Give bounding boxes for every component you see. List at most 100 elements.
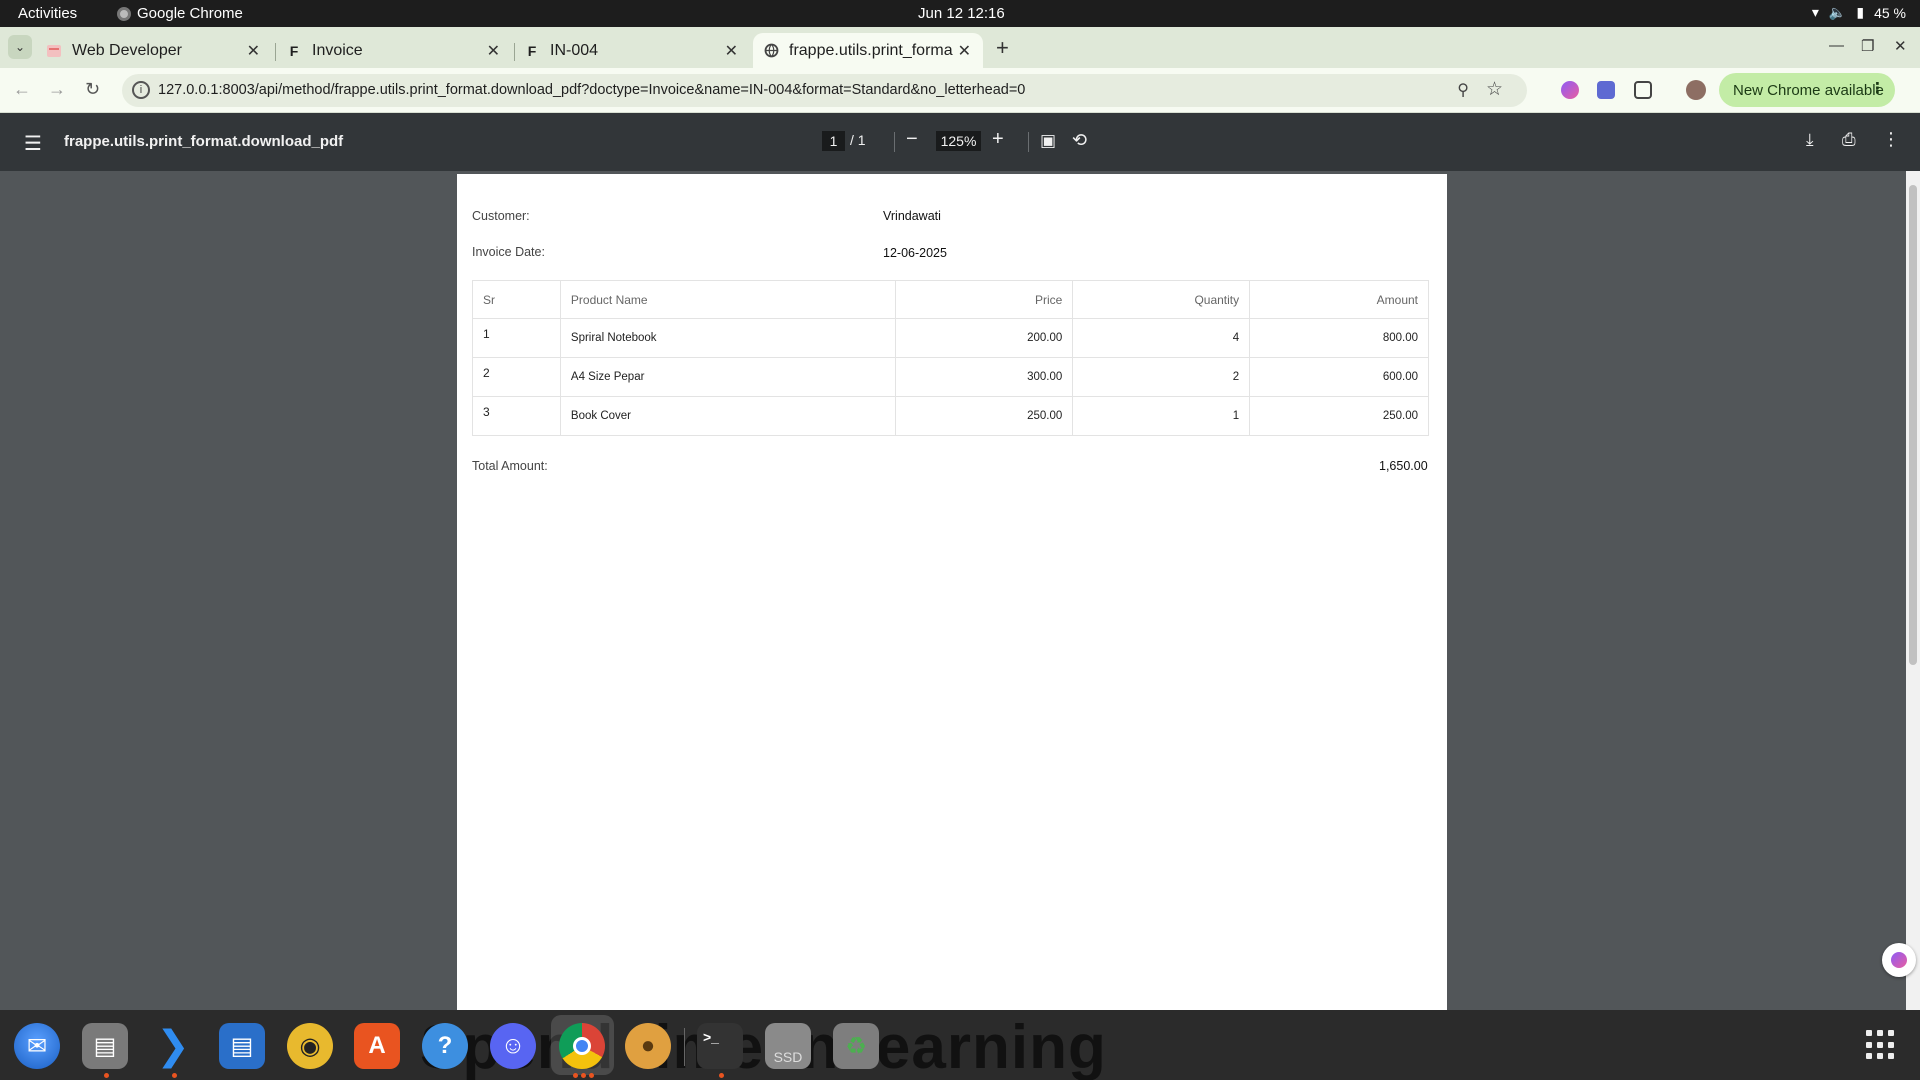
page-count: / 1 — [850, 132, 866, 148]
system-status-area[interactable]: ▾ 🔈 ▮ 45 % — [1812, 4, 1906, 21]
vscode-icon[interactable]: ❯ — [150, 1023, 196, 1069]
globe-icon — [763, 43, 779, 59]
rotate-icon[interactable]: ⟲ — [1072, 130, 1087, 151]
toolbar-divider — [894, 132, 895, 152]
app-menu[interactable]: Google Chrome — [117, 5, 243, 22]
discord-icon[interactable]: ☺ — [490, 1023, 536, 1069]
running-indicator — [719, 1073, 724, 1078]
chrome-icon[interactable] — [559, 1023, 605, 1069]
files-icon[interactable]: ▤ — [82, 1023, 128, 1069]
pdf-viewer: Customer: Vrindawati Invoice Date: 12-06… — [0, 171, 1920, 1010]
tab-web-developer[interactable]: Web Developer ✕ — [36, 33, 272, 68]
site-info-icon[interactable]: i — [132, 81, 150, 99]
download-icon[interactable]: ⤓ — [1806, 130, 1814, 150]
url-text[interactable]: 127.0.0.1:8003/api/method/frappe.utils.p… — [158, 82, 1025, 98]
extension-icon[interactable] — [1561, 81, 1579, 99]
bookmark-star-icon[interactable]: ☆ — [1486, 78, 1503, 101]
table-row: 1 Spriral Notebook 200.00 4 800.00 — [472, 318, 1429, 358]
new-chrome-available-button[interactable]: New Chrome available ⋮ — [1719, 73, 1895, 107]
app-name: Google Chrome — [137, 5, 243, 22]
extension-icon[interactable] — [1597, 81, 1615, 99]
page-number-input[interactable]: 1 — [822, 131, 845, 151]
extensions-puzzle-icon[interactable] — [1634, 81, 1652, 99]
window-close-button[interactable]: ✕ — [1894, 37, 1907, 55]
frappe-f-icon: F — [289, 42, 299, 59]
fit-page-icon[interactable]: ▣ — [1040, 131, 1056, 151]
tab-title: IN-004 — [550, 41, 599, 59]
close-icon[interactable]: ✕ — [958, 41, 971, 61]
rhythmbox-icon[interactable]: ◉ — [287, 1023, 333, 1069]
cell-sr: 1 — [472, 318, 561, 358]
menu-icon[interactable]: ☰ — [24, 131, 42, 156]
reload-button[interactable]: ↻ — [85, 79, 100, 100]
tab-search-button[interactable]: ⌄ — [8, 35, 32, 59]
pdf-toolbar: ☰ frappe.utils.print_format.download_pdf… — [0, 113, 1920, 171]
web-developer-favicon — [46, 43, 62, 59]
cell-price: 200.00 — [894, 318, 1074, 358]
battery-percent: 45 % — [1874, 4, 1906, 21]
more-vert-icon[interactable]: ⋮ — [1882, 129, 1900, 150]
tab-in-004[interactable]: F IN-004 ✕ — [514, 33, 750, 68]
cell-amount: 250.00 — [1249, 396, 1429, 436]
new-tab-button[interactable]: + — [996, 35, 1009, 61]
restore-button[interactable]: ❐ — [1861, 37, 1874, 55]
forward-button[interactable]: → — [48, 79, 66, 100]
terminal-icon[interactable]: >_ — [697, 1023, 743, 1069]
pdf-page: Customer: Vrindawati Invoice Date: 12-06… — [457, 174, 1447, 1010]
thunderbird-icon[interactable]: ✉ — [14, 1023, 60, 1069]
dog-app-icon[interactable]: ● — [625, 1023, 671, 1069]
clock[interactable]: Jun 12 12:16 — [918, 5, 1005, 22]
cell-sr: 3 — [472, 396, 561, 436]
trash-icon[interactable]: ♻ — [833, 1023, 879, 1069]
print-icon[interactable]: ⎙ — [1842, 130, 1856, 150]
running-indicator — [581, 1073, 586, 1078]
profile-avatar[interactable] — [1686, 80, 1706, 100]
close-icon[interactable]: ✕ — [487, 41, 500, 61]
back-button[interactable]: ← — [13, 79, 31, 100]
column-header-sr: Sr — [472, 280, 561, 319]
zoom-in-button[interactable]: + — [992, 128, 1004, 151]
tab-title: Invoice — [312, 41, 363, 59]
close-icon[interactable]: ✕ — [725, 41, 738, 61]
show-apps-grid-icon[interactable] — [1866, 1030, 1896, 1060]
column-header-amount: Amount — [1249, 280, 1429, 319]
cell-product: Spriral Notebook — [559, 318, 896, 358]
dock-separator — [684, 1028, 685, 1066]
zoom-level-input[interactable]: 125% — [936, 131, 981, 151]
tab-pdf-active[interactable]: frappe.utils.print_forma ✕ — [753, 33, 983, 68]
assistant-icon — [1891, 952, 1907, 968]
floating-assistant-button[interactable] — [1882, 943, 1916, 977]
table-row: 2 A4 Size Pepar 300.00 2 600.00 — [472, 357, 1429, 397]
tab-title: frappe.utils.print_forma — [789, 41, 953, 59]
close-icon[interactable]: ✕ — [247, 41, 260, 61]
tab-invoice[interactable]: F Invoice ✕ — [276, 33, 512, 68]
help-icon[interactable]: ? — [422, 1023, 468, 1069]
running-indicator — [104, 1073, 109, 1078]
chrome-app-icon — [117, 6, 131, 21]
column-header-quantity: Quantity — [1072, 280, 1251, 319]
ssd-drive-icon[interactable]: SSD — [765, 1023, 811, 1069]
cell-product: A4 Size Pepar — [559, 357, 896, 397]
taskbar-dock: Spend time in learning ✉ ▤ ❯ ▤ ◉ A ? ☺ ●… — [0, 1010, 1920, 1080]
address-bar[interactable]: i 127.0.0.1:8003/api/method/frappe.utils… — [122, 74, 1527, 107]
cell-quantity: 1 — [1072, 396, 1251, 436]
cell-quantity: 4 — [1072, 318, 1251, 358]
table-row: 3 Book Cover 250.00 1 250.00 — [472, 396, 1429, 436]
running-indicator — [589, 1073, 594, 1078]
scrollbar-thumb[interactable] — [1909, 185, 1917, 665]
pdf-title: frappe.utils.print_format.download_pdf — [64, 133, 344, 150]
battery-icon: ▮ — [1856, 4, 1865, 20]
zoom-icon[interactable]: ⚲ — [1457, 80, 1469, 100]
column-header-product-name: Product Name — [559, 280, 896, 319]
libreoffice-writer-icon[interactable]: ▤ — [219, 1023, 265, 1069]
wifi-icon: ▾ — [1811, 4, 1819, 20]
zoom-out-button[interactable]: − — [906, 128, 918, 151]
activities-button[interactable]: Activities — [18, 5, 77, 22]
running-indicator — [172, 1073, 177, 1078]
minimize-button[interactable]: — — [1829, 37, 1844, 54]
app-center-icon[interactable]: A — [354, 1023, 400, 1069]
vertical-scrollbar[interactable] — [1906, 171, 1920, 1010]
items-table: Sr Product Name Price Quantity Amount 1 … — [472, 280, 1429, 436]
cell-price: 250.00 — [894, 396, 1074, 436]
total-amount-label: Total Amount: — [472, 459, 548, 473]
